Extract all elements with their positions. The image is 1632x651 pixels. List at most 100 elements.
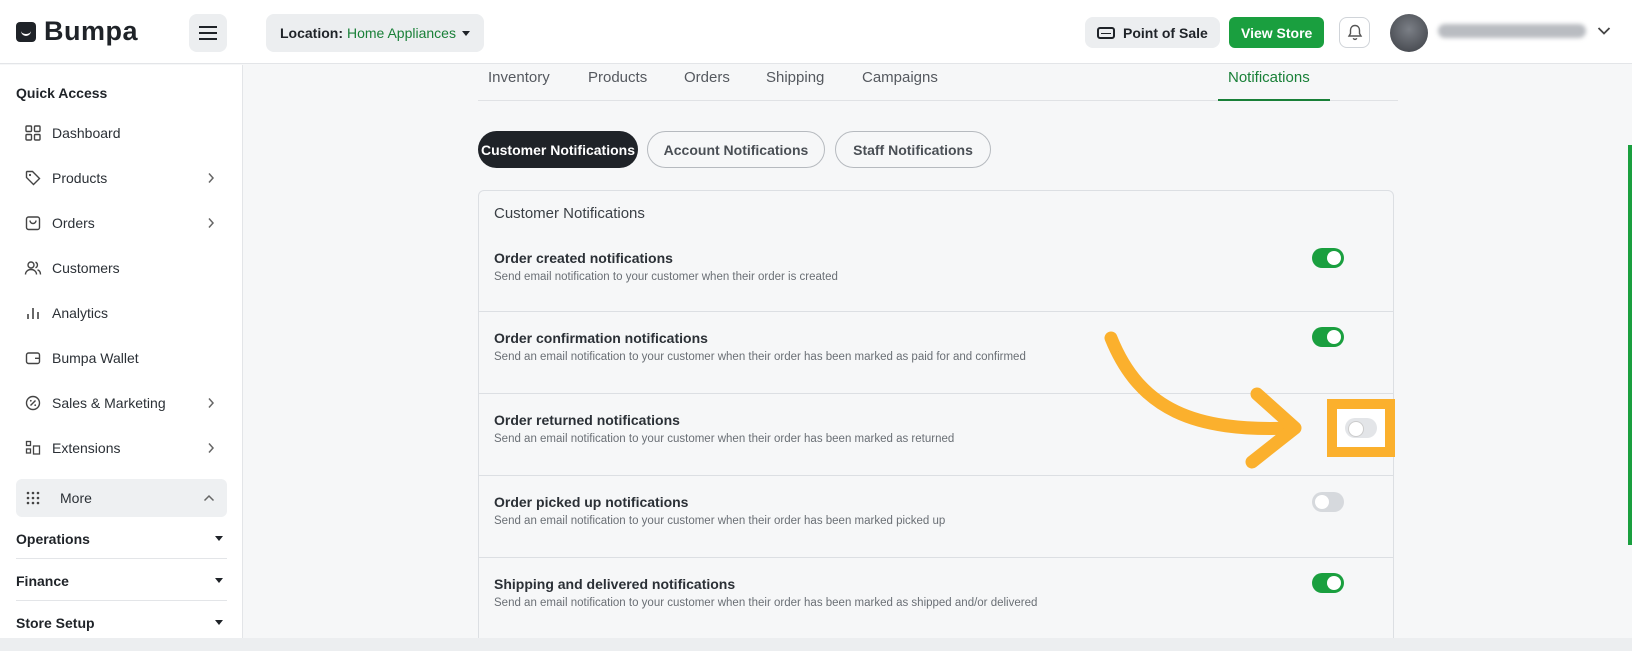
user-avatar[interactable] — [1390, 14, 1428, 52]
sidebar-item-bumpa-wallet[interactable]: Bumpa Wallet — [16, 339, 227, 377]
row-description: Send email notification to your customer… — [494, 271, 838, 283]
dashboard-icon — [24, 124, 42, 142]
tab-shipping[interactable]: Shipping — [766, 69, 824, 86]
tab-notifications[interactable]: Notifications — [1228, 69, 1310, 86]
extensions-icon — [24, 439, 42, 457]
sidebar-item-sales-marketing[interactable]: Sales & Marketing — [16, 384, 227, 422]
sidebar: Quick Access Dashboard Products Orders C… — [0, 65, 243, 638]
sidebar-item-label: Orders — [52, 215, 95, 231]
chevron-up-icon — [203, 494, 215, 502]
bumpa-logo-icon — [16, 21, 36, 42]
view-store-button[interactable]: View Store — [1229, 17, 1325, 48]
toggle-order-returned[interactable] — [1345, 418, 1377, 438]
sidebar-item-products[interactable]: Products — [16, 159, 227, 197]
sidebar-item-label: Products — [52, 170, 108, 186]
bag-icon — [24, 214, 42, 232]
row-title: Order confirmation notifications — [494, 330, 708, 346]
toggle-order-confirmation[interactable] — [1312, 327, 1344, 347]
grid-dots-icon — [24, 489, 42, 507]
tab-products[interactable]: Products — [588, 69, 647, 86]
point-of-sale-button[interactable]: Point of Sale — [1085, 17, 1220, 48]
group-label: Finance — [16, 572, 69, 589]
row-description: Send an email notification to your custo… — [494, 597, 1038, 609]
chevron-down-icon[interactable] — [1597, 26, 1611, 36]
tab-campaigns[interactable]: Campaigns — [862, 69, 938, 86]
top-header: Bumpa Location: Home Appliances Point of… — [0, 0, 1632, 64]
chevron-right-icon — [208, 218, 215, 228]
location-selector[interactable]: Location: Home Appliances — [266, 14, 484, 52]
row-description: Send an email notification to your custo… — [494, 433, 955, 445]
row-description: Send an email notification to your custo… — [494, 351, 1026, 363]
sidebar-item-label: Extensions — [52, 440, 121, 456]
pill-account-notifications[interactable]: Account Notifications — [647, 131, 825, 168]
toggle-order-picked-up[interactable] — [1312, 492, 1344, 512]
tag-icon — [24, 169, 42, 187]
group-label: Store Setup — [16, 615, 95, 631]
pill-customer-notifications[interactable]: Customer Notifications — [478, 131, 638, 168]
sidebar-item-label: Bumpa Wallet — [52, 350, 139, 366]
notification-row-order-created: Order created notifications Send email n… — [479, 235, 1393, 311]
notification-row-order-picked-up: Order picked up notifications Send an em… — [479, 475, 1393, 557]
sidebar-item-customers[interactable]: Customers — [16, 249, 227, 287]
sidebar-group-finance[interactable]: Finance — [16, 561, 227, 601]
sidebar-item-more[interactable]: More — [16, 479, 227, 517]
sidebar-item-orders[interactable]: Orders — [16, 204, 227, 242]
caret-down-icon — [215, 578, 223, 583]
bell-icon — [1347, 24, 1362, 41]
active-tab-indicator — [1218, 99, 1330, 101]
main-content: Inventory Products Orders Shipping Campa… — [244, 65, 1632, 638]
caret-down-icon — [461, 30, 470, 36]
percent-icon — [24, 394, 42, 412]
tab-orders[interactable]: Orders — [684, 69, 730, 86]
chevron-right-icon — [208, 398, 215, 408]
toggle-order-created[interactable] — [1312, 248, 1344, 268]
sidebar-item-analytics[interactable]: Analytics — [16, 294, 227, 332]
app-window: Bumpa Location: Home Appliances Point of… — [0, 0, 1632, 638]
row-title: Order created notifications — [494, 250, 673, 266]
logo-text: Bumpa — [44, 16, 139, 46]
wallet-icon — [24, 349, 42, 367]
sidebar-item-label: Sales & Marketing — [52, 395, 166, 411]
row-description: Send an email notification to your custo… — [494, 515, 946, 527]
notifications-button[interactable] — [1339, 17, 1370, 48]
group-label: Operations — [16, 530, 90, 547]
quick-access-title: Quick Access — [16, 85, 108, 101]
scrollbar-accent[interactable] — [1628, 145, 1632, 545]
notification-row-shipping-delivered: Shipping and delivered notifications Sen… — [479, 557, 1393, 638]
chevron-right-icon — [208, 443, 215, 453]
caret-down-icon — [215, 620, 223, 625]
toggle-shipping-delivered[interactable] — [1312, 573, 1344, 593]
notification-row-order-confirmation: Order confirmation notifications Send an… — [479, 311, 1393, 393]
users-icon — [24, 259, 42, 277]
row-title: Order returned notifications — [494, 412, 680, 428]
sidebar-group-operations[interactable]: Operations — [16, 519, 227, 559]
sidebar-item-label: More — [60, 490, 92, 506]
row-title: Shipping and delivered notifications — [494, 576, 736, 592]
user-name-blurred[interactable] — [1438, 24, 1586, 38]
location-value: Home Appliances — [347, 25, 456, 41]
sidebar-item-label: Analytics — [52, 305, 109, 321]
pill-staff-notifications[interactable]: Staff Notifications — [835, 131, 991, 168]
card-title: Customer Notifications — [494, 205, 645, 222]
hamburger-menu-button[interactable] — [189, 14, 227, 52]
view-store-label: View Store — [1241, 24, 1313, 41]
caret-down-icon — [215, 536, 223, 541]
row-title: Order picked up notifications — [494, 494, 689, 510]
customer-notifications-card: Customer Notifications Order created not… — [478, 190, 1394, 638]
sidebar-item-label: Dashboard — [52, 125, 121, 141]
logo[interactable]: Bumpa — [16, 16, 138, 47]
point-of-sale-label: Point of Sale — [1123, 24, 1208, 41]
bar-chart-icon — [24, 304, 42, 322]
sidebar-group-store-setup[interactable]: Store Setup — [16, 603, 227, 638]
location-label: Location: — [280, 25, 343, 41]
tab-inventory[interactable]: Inventory — [488, 69, 550, 86]
bottom-strip — [0, 638, 1632, 651]
pos-terminal-icon — [1097, 26, 1115, 39]
sidebar-item-extensions[interactable]: Extensions — [16, 429, 227, 467]
sidebar-item-dashboard[interactable]: Dashboard — [16, 114, 227, 152]
sidebar-item-label: Customers — [52, 260, 120, 276]
settings-tabs: Inventory Products Orders Shipping Campa… — [478, 65, 1398, 101]
notification-row-order-returned: Order returned notifications Send an ema… — [479, 393, 1393, 475]
chevron-right-icon — [208, 173, 215, 183]
hamburger-icon — [199, 26, 217, 40]
